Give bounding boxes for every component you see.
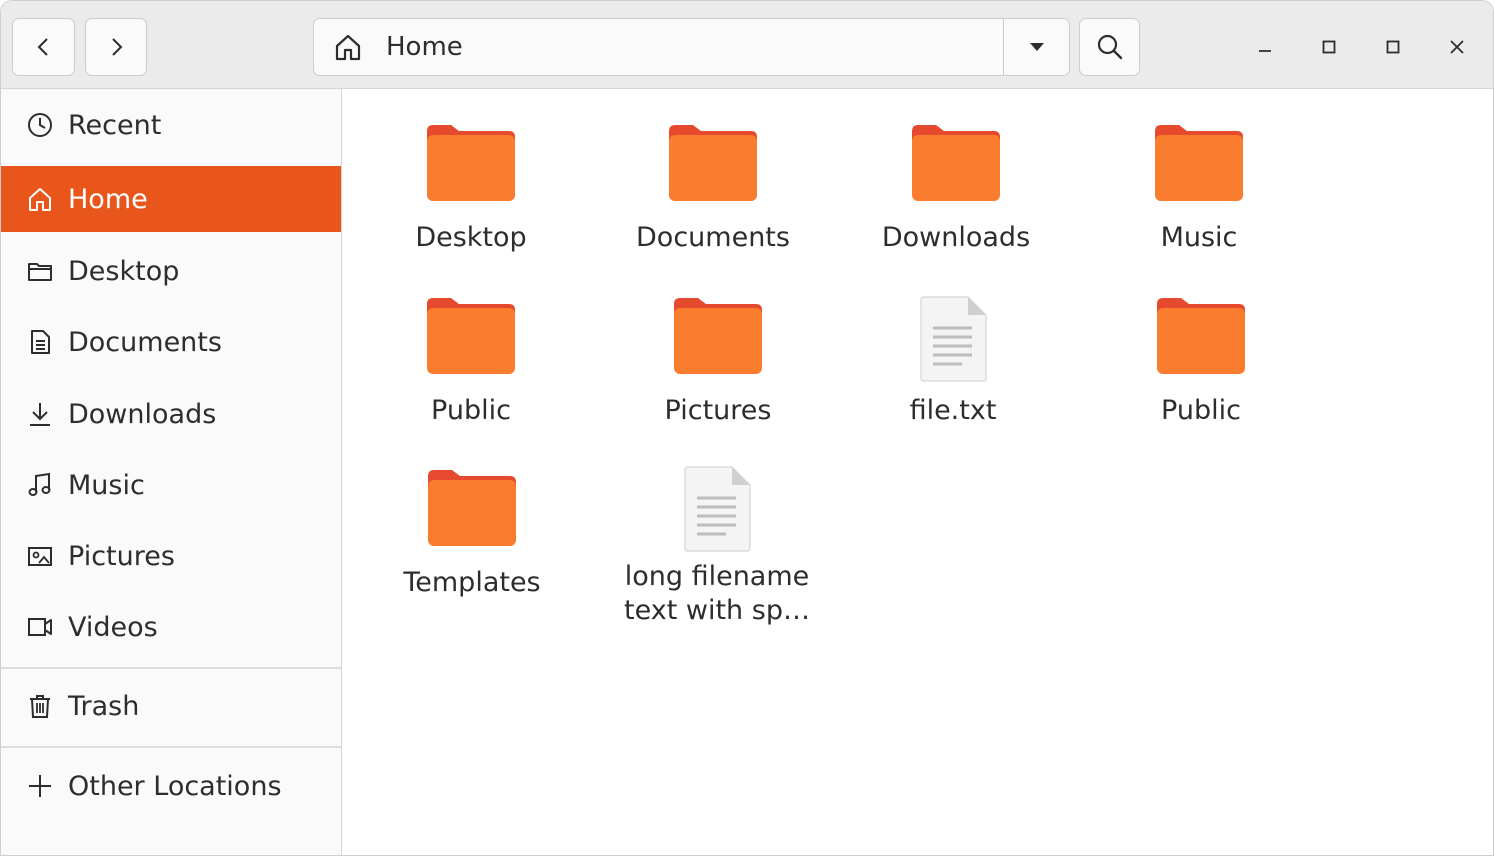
sidebar-item-label: Downloads	[68, 398, 217, 430]
file-manager-window: Home Recent Home Desktop Documents Downl…	[0, 0, 1494, 856]
chevron-left-icon	[37, 38, 48, 56]
music-note-icon	[25, 470, 55, 500]
sidebar-item-pictures[interactable]: Pictures	[1, 523, 341, 589]
path-label[interactable]: Home	[386, 19, 463, 75]
file-item-desktop[interactable]: Desktop	[361, 123, 581, 283]
sidebar-item-documents[interactable]: Documents	[1, 309, 341, 375]
document-icon	[25, 327, 55, 357]
sidebar-item-label: Desktop	[68, 255, 180, 287]
file-name: Desktop	[415, 222, 527, 253]
sidebar-item-label: Home	[68, 183, 148, 215]
back-button[interactable]	[12, 18, 75, 76]
minimize-icon	[1259, 50, 1271, 52]
maximize-icon	[1386, 40, 1400, 54]
file-item-templates[interactable]: Templates	[362, 468, 582, 628]
home-icon	[335, 34, 361, 61]
path-dropdown-button[interactable]	[1003, 19, 1069, 75]
folder-icon	[421, 296, 521, 386]
plus-icon	[25, 771, 55, 801]
sidebar-item-trash[interactable]: Trash	[1, 673, 341, 739]
text-file-icon	[903, 296, 1003, 386]
restore-button[interactable]	[1305, 23, 1353, 71]
file-name: Documents	[636, 222, 790, 253]
search-icon	[1097, 34, 1122, 60]
sidebar-item-music[interactable]: Music	[1, 452, 341, 518]
search-button[interactable]	[1079, 18, 1140, 76]
file-grid: Desktop Documents Downloads Music Public	[343, 89, 1493, 855]
minimize-button[interactable]	[1241, 23, 1289, 71]
file-item-documents[interactable]: Documents	[603, 123, 823, 283]
sidebar-item-desktop[interactable]: Desktop	[1, 238, 341, 304]
image-icon	[25, 541, 55, 571]
sidebar-item-recent[interactable]: Recent	[1, 92, 341, 158]
video-camera-icon	[25, 612, 55, 642]
chevron-right-icon	[112, 38, 123, 56]
file-item-downloads[interactable]: Downloads	[846, 123, 1066, 283]
sidebar-item-downloads[interactable]: Downloads	[1, 381, 341, 447]
file-item-public-2[interactable]: Public	[1091, 296, 1311, 456]
forward-button[interactable]	[85, 18, 147, 76]
sidebar-item-label: Other Locations	[68, 770, 282, 802]
sidebar-item-label: Recent	[68, 109, 162, 141]
download-icon	[25, 399, 55, 429]
close-icon	[1450, 40, 1464, 54]
folder-icon	[663, 123, 763, 213]
triangle-down-icon	[1029, 43, 1044, 51]
sidebar-item-home[interactable]: Home	[1, 166, 341, 232]
file-name: long filename text with sp…	[624, 561, 810, 626]
close-button[interactable]	[1433, 23, 1481, 71]
sidebar-separator	[1, 667, 341, 669]
header-bar: Home	[1, 1, 1493, 89]
folder-icon	[668, 296, 768, 386]
sidebar: Recent Home Desktop Documents Downloads	[1, 89, 342, 855]
file-name: Music	[1160, 222, 1238, 253]
text-file-icon	[667, 466, 767, 552]
file-name: Templates	[403, 567, 541, 598]
sidebar-item-label: Music	[68, 469, 145, 501]
file-name: file.txt	[909, 395, 997, 426]
file-item-long-filename[interactable]: long filename text with sp…	[607, 466, 827, 626]
maximize-button[interactable]	[1369, 23, 1417, 71]
path-bar[interactable]: Home	[313, 18, 1070, 76]
folder-icon	[25, 256, 55, 286]
file-name: Public	[431, 395, 511, 426]
file-item-pictures[interactable]: Pictures	[608, 296, 828, 456]
restore-icon	[1322, 40, 1336, 54]
file-name: Downloads	[881, 222, 1031, 253]
sidebar-item-label: Pictures	[68, 540, 175, 572]
folder-icon	[421, 123, 521, 213]
sidebar-separator	[1, 746, 341, 748]
file-item-file-txt[interactable]: file.txt	[843, 296, 1063, 456]
file-item-public[interactable]: Public	[361, 296, 581, 456]
file-item-music[interactable]: Music	[1089, 123, 1309, 283]
sidebar-item-label: Trash	[68, 690, 140, 722]
folder-icon	[422, 468, 522, 558]
home-icon	[25, 184, 55, 214]
trash-icon	[25, 691, 55, 721]
sidebar-item-other-locations[interactable]: Other Locations	[1, 753, 341, 819]
file-name: Pictures	[664, 395, 772, 426]
clock-icon	[25, 110, 55, 140]
folder-icon	[1151, 296, 1251, 386]
folder-icon	[1149, 123, 1249, 213]
sidebar-item-label: Videos	[68, 611, 158, 643]
sidebar-item-label: Documents	[68, 326, 222, 358]
file-name: Public	[1161, 395, 1241, 426]
sidebar-item-videos[interactable]: Videos	[1, 594, 341, 660]
folder-icon	[906, 123, 1006, 213]
